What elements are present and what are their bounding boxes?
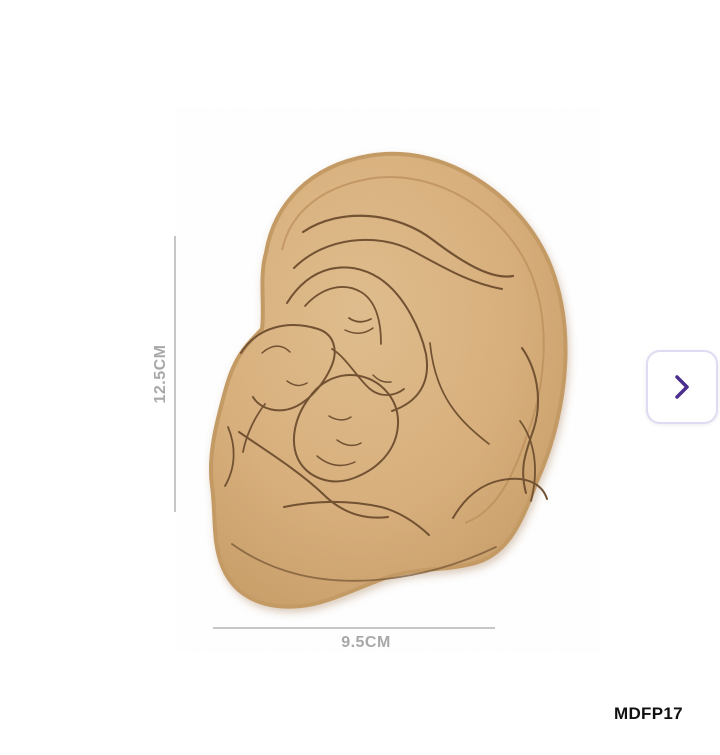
- width-dimension-line: [213, 627, 495, 629]
- next-image-button[interactable]: [646, 350, 718, 424]
- product-code: MDFP17: [614, 704, 683, 723]
- product-gallery-page: 12.5CM 9.5CM MDFP17: [0, 0, 720, 755]
- width-dimension-label: 9.5CM: [341, 634, 391, 651]
- mdf-board: [208, 151, 568, 609]
- height-dimension-line: [174, 236, 176, 512]
- height-dimension-label: 12.5CM: [152, 344, 169, 404]
- chevron-right-icon: [675, 375, 689, 399]
